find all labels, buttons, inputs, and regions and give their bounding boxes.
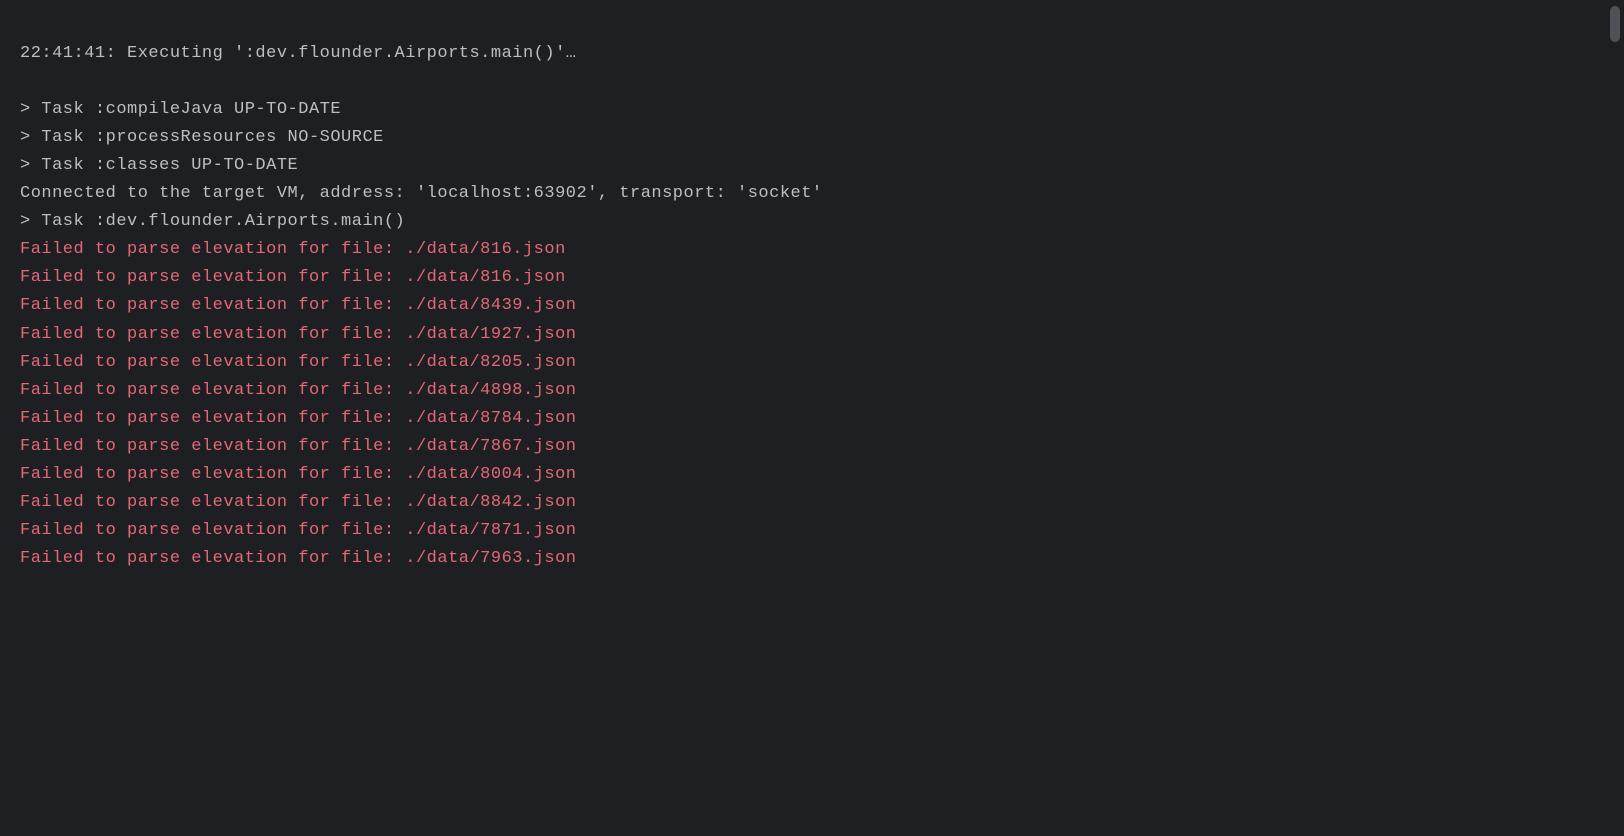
console-error-line: Failed to parse elevation for file: ./da…: [20, 433, 1604, 461]
console-line: > Task :classes UP-TO-DATE: [20, 152, 1604, 180]
console-line: 22:41:41: Executing ':dev.flounder.Airpo…: [20, 40, 1604, 68]
console-error-line: Failed to parse elevation for file: ./da…: [20, 349, 1604, 377]
console-error-line: Failed to parse elevation for file: ./da…: [20, 377, 1604, 405]
console-error-line: Failed to parse elevation for file: ./da…: [20, 461, 1604, 489]
console-error-line: Failed to parse elevation for file: ./da…: [20, 489, 1604, 517]
console-output[interactable]: 22:41:41: Executing ':dev.flounder.Airpo…: [20, 12, 1604, 824]
console-error-line: Failed to parse elevation for file: ./da…: [20, 545, 1604, 573]
console-blank-line: [20, 68, 1604, 96]
console-line: > Task :processResources NO-SOURCE: [20, 124, 1604, 152]
console-line: Connected to the target VM, address: 'lo…: [20, 180, 1604, 208]
console-error-line: Failed to parse elevation for file: ./da…: [20, 517, 1604, 545]
console-line: > Task :compileJava UP-TO-DATE: [20, 96, 1604, 124]
console-error-line: Failed to parse elevation for file: ./da…: [20, 405, 1604, 433]
console-error-line: Failed to parse elevation for file: ./da…: [20, 236, 1604, 264]
console-line: > Task :dev.flounder.Airports.main(): [20, 208, 1604, 236]
scrollbar-thumb[interactable]: [1610, 6, 1620, 42]
console-error-line: Failed to parse elevation for file: ./da…: [20, 321, 1604, 349]
console-error-line: Failed to parse elevation for file: ./da…: [20, 264, 1604, 292]
console-error-line: Failed to parse elevation for file: ./da…: [20, 292, 1604, 320]
